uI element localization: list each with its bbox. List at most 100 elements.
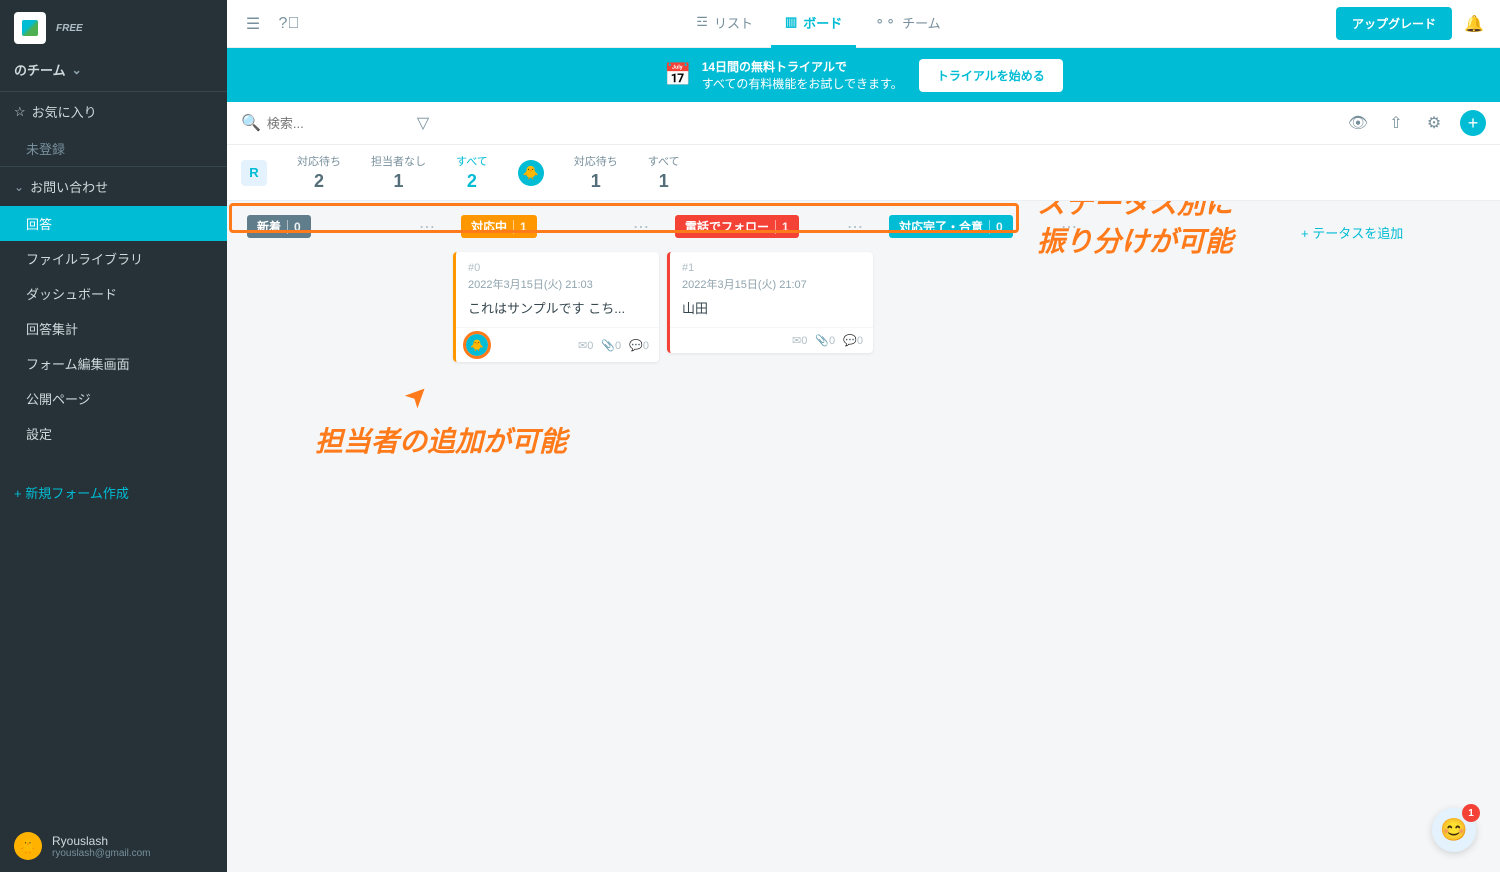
filter-count: 2 xyxy=(314,171,324,192)
search-input[interactable] xyxy=(267,116,387,131)
user-name: Ryouslash xyxy=(52,834,151,848)
sidebar: FREE のチーム ⌄ ☆ お気に入り 未登録 ⌄ お問い合わせ 回答 ファイル… xyxy=(0,0,227,872)
filter-all-1[interactable]: すべて 2 xyxy=(456,153,488,192)
card-date: 2022年3月15日(火) 21:07 xyxy=(682,276,861,292)
notification-icon[interactable]: 🔔 xyxy=(1462,12,1486,36)
status-pill-done: 対応完了・合意 0 xyxy=(889,215,1013,238)
new-form-button[interactable]: + 新規フォーム作成 xyxy=(0,471,227,514)
comment-icon: 💬0 xyxy=(629,339,649,352)
export-icon[interactable]: ⇧ xyxy=(1384,111,1408,135)
sidebar-item-public-page[interactable]: 公開ページ xyxy=(0,381,227,416)
card-date: 2022年3月15日(火) 21:03 xyxy=(468,276,647,292)
filter-unassigned[interactable]: 担当者なし 1 xyxy=(371,153,426,192)
tab-list[interactable]: ☲ リスト xyxy=(682,0,767,48)
trial-banner: 📅 14日間の無料トライアルで すべての有料機能をお試しできます。 トライアルを… xyxy=(227,48,1500,102)
user-avatar: 🐥 xyxy=(14,832,42,860)
star-icon: ☆ xyxy=(14,104,26,120)
main-content: ☰ ?⃝ ☲ リスト ▥ ボード ⚬⚬ チーム アップグレード 🔔 📅 xyxy=(227,0,1500,872)
topbar: ☰ ?⃝ ☲ リスト ▥ ボード ⚬⚬ チーム アップグレード 🔔 xyxy=(227,0,1500,48)
sidebar-footer[interactable]: 🐥 Ryouslash ryouslash@gmail.com xyxy=(0,820,227,872)
favorites-header[interactable]: ☆ お気に入り xyxy=(0,92,227,131)
column-menu-icon[interactable]: ⋯ xyxy=(847,217,865,237)
card-title: これはサンプルです こち... xyxy=(468,298,647,317)
team-switcher[interactable]: のチーム ⌄ xyxy=(0,56,227,91)
status-count: 1 xyxy=(775,220,789,234)
trial-line1: 14日間の無料トライアルで xyxy=(702,58,903,75)
filter-avatar-user[interactable]: 🐥 xyxy=(518,160,544,186)
filter-avatar-r[interactable]: R xyxy=(241,160,267,186)
card-id: #0 xyxy=(468,262,647,274)
column-in-progress: 対応中 1 ⋯ #0 2022年3月15日(火) 21:03 これはサンプルです… xyxy=(453,209,659,864)
card[interactable]: #1 2022年3月15日(火) 21:07 山田 ✉0 📎0 💬0 xyxy=(667,252,873,353)
add-status-button[interactable]: + テータスを追加 xyxy=(1293,215,1411,250)
status-count: 0 xyxy=(287,220,301,234)
attachment-icon: 📎0 xyxy=(815,334,835,347)
filter-count: 1 xyxy=(393,171,403,192)
chat-face-icon: 😊 xyxy=(1440,817,1467,843)
tab-board-label: ボード xyxy=(803,13,842,32)
sidebar-item-file-library[interactable]: ファイルライブラリ xyxy=(0,241,227,276)
column-header[interactable]: 対応中 1 ⋯ xyxy=(453,209,659,244)
sidebar-item-summary[interactable]: 回答集計 xyxy=(0,311,227,346)
attachment-icon: 📎0 xyxy=(601,339,621,352)
column-phone-follow: 電話でフォロー 1 ⋯ #1 2022年3月15日(火) 21:07 山田 ✉0… xyxy=(667,209,873,864)
card-id: #1 xyxy=(682,262,861,274)
filter-icon[interactable]: ▽ xyxy=(411,111,435,135)
user-email: ryouslash@gmail.com xyxy=(52,848,151,859)
filter-label: 対応待ち xyxy=(297,153,341,169)
app-logo[interactable] xyxy=(14,12,46,44)
column-header[interactable]: 対応完了・合意 0 ⋯ xyxy=(881,209,1087,244)
chat-widget[interactable]: 😊 1 xyxy=(1432,808,1476,852)
mail-icon: ✉0 xyxy=(792,334,807,347)
status-name: 電話でフォロー xyxy=(685,218,769,235)
column-menu-icon[interactable]: ⋯ xyxy=(633,217,651,237)
chevron-down-icon: ⌄ xyxy=(72,63,82,77)
favorites-label: お気に入り xyxy=(32,102,97,121)
add-button[interactable]: + xyxy=(1460,110,1486,136)
column-new: 新着 0 ⋯ xyxy=(239,209,445,864)
view-tabs: ☲ リスト ▥ ボード ⚬⚬ チーム xyxy=(682,0,954,48)
sidebar-item-settings[interactable]: 設定 xyxy=(0,416,227,451)
column-menu-icon[interactable]: ⋯ xyxy=(1061,217,1079,237)
trial-line2: すべての有料機能をお試しできます。 xyxy=(702,75,903,92)
filter-row: R 対応待ち 2 担当者なし 1 すべて 2 🐥 対応待ち 1 すべて 1 xyxy=(227,145,1500,201)
chevron-down-icon: ⌄ xyxy=(14,180,24,194)
sidebar-item-responses[interactable]: 回答 xyxy=(0,206,227,241)
visibility-icon[interactable]: 👁 xyxy=(1346,111,1370,135)
column-header[interactable]: 新着 0 ⋯ xyxy=(239,209,445,244)
menu-toggle-icon[interactable]: ☰ xyxy=(241,12,265,36)
filter-pending-1[interactable]: 対応待ち 2 xyxy=(297,153,341,192)
status-count: 1 xyxy=(513,220,527,234)
comment-icon: 💬0 xyxy=(843,334,863,347)
sidebar-item-dashboard[interactable]: ダッシュボード xyxy=(0,276,227,311)
status-count: 0 xyxy=(989,220,1003,234)
column-header[interactable]: 電話でフォロー 1 ⋯ xyxy=(667,209,873,244)
column-menu-icon[interactable]: ⋯ xyxy=(419,217,437,237)
plan-badge: FREE xyxy=(54,21,85,36)
calendar-icon: 📅 xyxy=(664,62,691,88)
sidebar-item-form-editor[interactable]: フォーム編集画面 xyxy=(0,346,227,381)
chat-badge: 1 xyxy=(1462,804,1480,822)
column-done: 対応完了・合意 0 ⋯ xyxy=(881,209,1087,864)
status-pill-progress: 対応中 1 xyxy=(461,215,537,238)
card[interactable]: #0 2022年3月15日(火) 21:03 これはサンプルです こち... 🐥… xyxy=(453,252,659,362)
tab-team[interactable]: ⚬⚬ チーム xyxy=(860,0,954,48)
upgrade-button[interactable]: アップグレード xyxy=(1336,7,1452,40)
search-icon: 🔍 xyxy=(241,113,261,133)
tab-team-label: チーム xyxy=(902,13,941,32)
card-title: 山田 xyxy=(682,298,861,317)
tab-board[interactable]: ▥ ボード xyxy=(771,0,856,48)
settings-sliders-icon[interactable]: ⚙ xyxy=(1422,111,1446,135)
nav-section-label: お問い合わせ xyxy=(30,177,108,196)
card-assignee-avatar[interactable]: 🐥 xyxy=(466,334,488,356)
team-name-label: のチーム xyxy=(14,60,66,79)
start-trial-button[interactable]: トライアルを始める xyxy=(919,59,1063,92)
status-name: 新着 xyxy=(257,218,281,235)
list-icon: ☲ xyxy=(696,14,708,30)
filter-all-2[interactable]: すべて 1 xyxy=(648,153,680,192)
board: 新着 0 ⋯ 対応中 1 ⋯ #0 2022年3月15日(火) 21:03 これ… xyxy=(227,201,1500,872)
nav-section-header[interactable]: ⌄ お問い合わせ xyxy=(0,167,227,206)
filter-pending-2[interactable]: 対応待ち 1 xyxy=(574,153,618,192)
help-icon[interactable]: ?⃝ xyxy=(277,12,301,36)
status-pill-phone: 電話でフォロー 1 xyxy=(675,215,799,238)
